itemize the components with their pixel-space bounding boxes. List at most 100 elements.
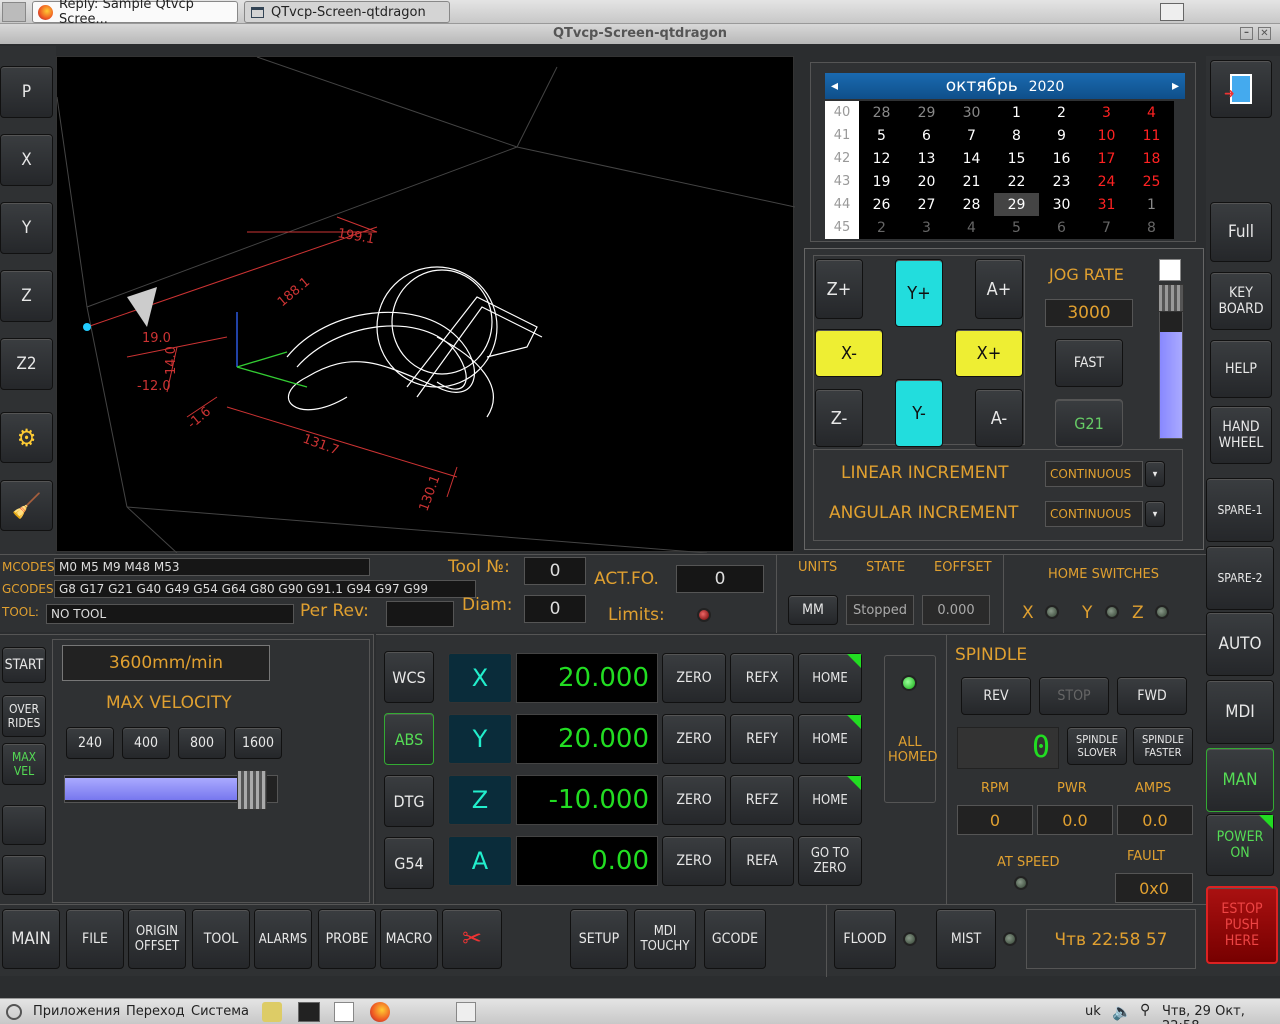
calendar-day[interactable]: 26	[859, 193, 904, 216]
calendar-year[interactable]: 2020	[1029, 79, 1065, 95]
calendar-day[interactable]: 17	[1084, 147, 1129, 170]
jog-a-plus-button[interactable]: A+	[975, 259, 1023, 319]
workspace-icon[interactable]	[456, 1002, 476, 1022]
units-button[interactable]: MM	[788, 595, 838, 625]
taskbar-clock[interactable]: Чтв, 29 Окт, 22:58	[1162, 1004, 1280, 1024]
jog-y-plus-button[interactable]: Y+	[895, 259, 943, 327]
left-button-x[interactable]: X	[0, 134, 53, 186]
text-editor-icon[interactable]	[334, 1002, 354, 1022]
ref-x-button[interactable]: REFX	[730, 653, 794, 703]
calendar-day[interactable]: 1	[994, 101, 1039, 124]
calendar-day[interactable]: 15	[994, 147, 1039, 170]
network-icon[interactable]: ⚲	[1140, 1002, 1150, 1018]
calendar-day[interactable]: 21	[949, 170, 994, 193]
ref-z-button[interactable]: REFZ	[730, 775, 794, 825]
angular-increment-chevron-icon[interactable]: ▾	[1145, 501, 1165, 527]
terminal-icon[interactable]	[298, 1002, 320, 1022]
go-to-zero-button[interactable]: GO TO ZERO	[798, 836, 862, 886]
calendar-day[interactable]: 31	[1084, 193, 1129, 216]
left-button-p[interactable]: P	[0, 66, 53, 118]
taskbar-tab-qtdragon[interactable]: QTvcp-Screen-qtdragon	[244, 1, 450, 23]
mdi-mode-button[interactable]: MDI	[1206, 680, 1274, 744]
velocity-preset-button[interactable]: 1600	[234, 727, 282, 759]
jog-z-plus-button[interactable]: Z+	[815, 259, 863, 319]
keyboard-layout[interactable]: uk	[1085, 1004, 1101, 1019]
calendar-day[interactable]: 11	[1129, 124, 1174, 147]
jog-a-minus-button[interactable]: A-	[975, 389, 1023, 447]
calendar-day[interactable]: 12	[859, 147, 904, 170]
overrides-button[interactable]: OVER RIDES	[2, 695, 46, 737]
clear-plot-icon[interactable]: 🧹	[0, 480, 53, 531]
menu-go[interactable]: Переход	[126, 1004, 185, 1019]
axis-z-button[interactable]: Z	[448, 775, 512, 825]
menu-system[interactable]: Система	[191, 1004, 249, 1019]
calendar-day[interactable]: 20	[904, 170, 949, 193]
minimize-icon[interactable]: –	[1240, 27, 1253, 40]
home-z-button[interactable]: HOME	[798, 775, 862, 825]
show-desktop-icon[interactable]	[1160, 3, 1184, 21]
blank-button-1[interactable]	[2, 805, 46, 845]
velocity-preset-button[interactable]: 400	[122, 727, 170, 759]
calendar-day[interactable]: 28	[859, 101, 904, 124]
calendar-day[interactable]: 30	[1039, 193, 1084, 216]
manual-mode-button[interactable]: MAN	[1206, 748, 1274, 812]
jog-y-minus-button[interactable]: Y-	[895, 379, 943, 447]
linear-increment-select[interactable]: CONTINUOUS	[1045, 461, 1143, 487]
auto-mode-button[interactable]: AUTO	[1206, 612, 1274, 676]
close-icon[interactable]: ✕	[1258, 27, 1271, 40]
exit-button[interactable]: ➜	[1210, 60, 1272, 118]
calendar-day[interactable]: 23	[1039, 170, 1084, 193]
tool-change-icon[interactable]: ⚙	[0, 412, 53, 463]
ref-a-button[interactable]: REFA	[730, 836, 794, 886]
zero-y-button[interactable]: ZERO	[662, 714, 726, 764]
g54-button[interactable]: G54	[384, 837, 434, 889]
calendar-day[interactable]: 3	[1084, 101, 1129, 124]
zero-a-button[interactable]: ZERO	[662, 836, 726, 886]
home-x-button[interactable]: HOME	[798, 653, 862, 703]
tab-tool[interactable]: TOOL	[192, 909, 250, 969]
velocity-preset-button[interactable]: 800	[178, 727, 226, 759]
calendar-day[interactable]: 8	[994, 124, 1039, 147]
calendar-day[interactable]: 13	[904, 147, 949, 170]
estop-button[interactable]: ESTOP PUSH HERE	[1206, 886, 1278, 964]
zero-z-button[interactable]: ZERO	[662, 775, 726, 825]
calendar-day[interactable]: 6	[904, 124, 949, 147]
start-button[interactable]: START	[2, 647, 46, 683]
calendar-day[interactable]: 4	[949, 216, 994, 239]
calendar-day[interactable]: 28	[949, 193, 994, 216]
jog-slider-handle[interactable]	[1158, 284, 1184, 312]
blank-button-2[interactable]	[2, 855, 46, 895]
spindle-reverse-button[interactable]: REV	[961, 677, 1031, 715]
gcode-plot[interactable]: 199.1 188.1 19.0 -12.0 14.0 -1.6 131.7 1…	[56, 56, 795, 553]
velocity-slider-handle[interactable]	[236, 770, 267, 810]
jog-rate-value[interactable]: 3000	[1045, 299, 1133, 327]
dtg-button[interactable]: DTG	[384, 775, 434, 827]
calendar-day[interactable]: 24	[1084, 170, 1129, 193]
flood-button[interactable]: FLOOD	[834, 909, 896, 969]
tab-gcode[interactable]: GCODE	[704, 909, 766, 969]
calendar-day[interactable]: 14	[949, 147, 994, 170]
calendar-day[interactable]: 2	[859, 216, 904, 239]
axis-a-button[interactable]: A	[448, 836, 512, 886]
linear-increment-chevron-icon[interactable]: ▾	[1145, 461, 1165, 487]
calendar-day[interactable]: 18	[1129, 147, 1174, 170]
tab-macro[interactable]: MACRO	[380, 909, 438, 969]
jog-toggle-checkbox[interactable]	[1159, 259, 1181, 281]
jog-rate-slider[interactable]	[1158, 284, 1184, 439]
jog-fast-button[interactable]: FAST	[1055, 339, 1123, 387]
ref-y-button[interactable]: REFY	[730, 714, 794, 764]
calendar-day[interactable]: 7	[949, 124, 994, 147]
mist-button[interactable]: MIST	[936, 909, 996, 969]
calendar-day[interactable]: 29	[904, 101, 949, 124]
tab-probe[interactable]: PROBE	[318, 909, 376, 969]
tab-file[interactable]: FILE	[66, 909, 124, 969]
calendar-day[interactable]: 5	[859, 124, 904, 147]
firefox-launcher-icon[interactable]	[370, 1002, 390, 1022]
axis-y-button[interactable]: Y	[448, 714, 512, 764]
app-menu-icon[interactable]	[2, 2, 26, 22]
calendar-day[interactable]: 30	[949, 101, 994, 124]
calendar-day[interactable]: 2	[1039, 101, 1084, 124]
calendar-day[interactable]: 22	[994, 170, 1039, 193]
next-month-icon[interactable]: ▸	[1172, 73, 1179, 99]
taskbar-tab-firefox[interactable]: Reply: Sample Qtvcp Scree...	[32, 0, 238, 27]
